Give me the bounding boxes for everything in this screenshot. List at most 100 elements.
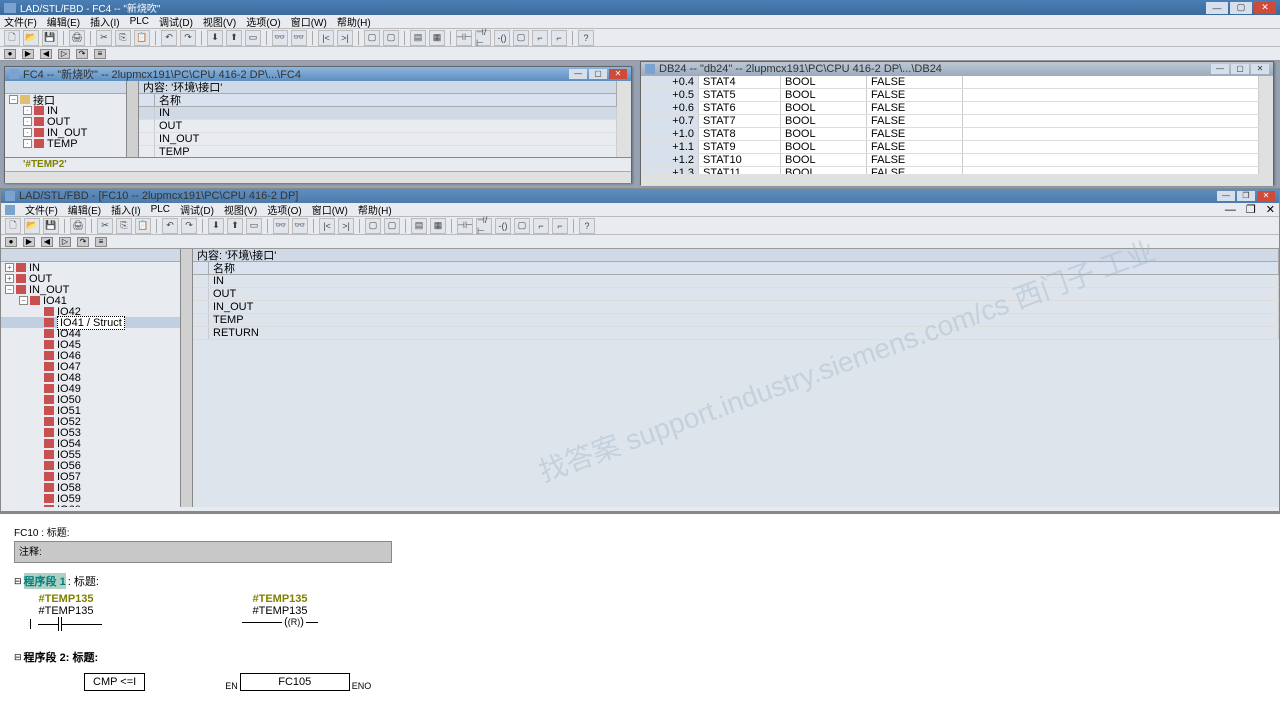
fc10-var-list[interactable]: INOUTIN_OUTTEMPRETURN (193, 275, 1279, 507)
glasses2-icon[interactable]: 👓 (291, 30, 307, 46)
db24-grid[interactable]: +0.4STAT4BOOLFALSE+0.5STAT5BOOLFALSE+0.6… (641, 76, 1259, 174)
minimize-button[interactable]: — (1206, 2, 1228, 14)
coil-icon[interactable]: -() (495, 218, 511, 234)
fc10-splitter[interactable] (181, 249, 193, 507)
db24-max-button[interactable]: ▢ (1231, 64, 1249, 74)
menu-file[interactable]: 文件(F) (25, 202, 58, 217)
glasses-icon[interactable]: 👓 (272, 30, 288, 46)
undo-icon[interactable]: ↶ (161, 30, 177, 46)
branch-down-icon[interactable]: ⌐ (533, 218, 549, 234)
db24-min-button[interactable]: — (1211, 64, 1229, 74)
window-fc4[interactable]: FC4 -- "新烧吹" -- 2lupmcx191\PC\CPU 416-2 … (4, 66, 632, 183)
fc10-titlebar[interactable]: LAD/STL/FBD - [FC10 -- 2lupmcx191\PC\CPU… (1, 189, 1279, 203)
fc4-min-button[interactable]: — (569, 69, 587, 79)
collapse-toggle[interactable]: ⊟ (14, 576, 22, 587)
fc105-block[interactable]: FC105 (240, 673, 350, 691)
help-icon[interactable]: ? (579, 218, 595, 234)
nav-skip-icon[interactable]: ↷ (76, 49, 88, 59)
menu-edit[interactable]: 编辑(E) (47, 14, 80, 29)
nav-skip-icon[interactable]: ↷ (77, 237, 89, 247)
fc10-close-button[interactable]: ✕ (1257, 191, 1275, 201)
tile-icon[interactable]: ▦ (430, 218, 446, 234)
child-min-button[interactable]: — (1225, 204, 1236, 216)
child-close-button[interactable]: ✕ (1266, 203, 1275, 216)
cascade-icon[interactable]: ▤ (410, 30, 426, 46)
paste-icon[interactable]: 📋 (134, 30, 150, 46)
branch-up-icon[interactable]: ⌐ (551, 30, 567, 46)
monitor-icon[interactable]: ▭ (245, 30, 261, 46)
nav-first-icon[interactable]: ● (4, 49, 16, 59)
menu-help[interactable]: 帮助(H) (337, 14, 371, 29)
comment-field[interactable]: 注释: (14, 541, 392, 563)
menu-insert[interactable]: 插入(I) (111, 202, 140, 217)
fc4-vscroll[interactable] (617, 81, 631, 157)
copy-icon[interactable]: ⎘ (115, 30, 131, 46)
menu-options[interactable]: 选项(O) (267, 202, 301, 217)
window-fc10[interactable]: LAD/STL/FBD - [FC10 -- 2lupmcx191\PC\CPU… (0, 188, 1280, 512)
compare-block[interactable]: CMP <=I (84, 673, 145, 691)
network-1-label[interactable]: 程序段 1 (24, 573, 66, 589)
contact-no-icon[interactable]: ⊣⊢ (457, 218, 473, 234)
menu-insert[interactable]: 插入(I) (90, 14, 119, 29)
nav-prev-icon[interactable]: ▶ (23, 237, 35, 247)
box-icon[interactable]: ▢ (514, 218, 530, 234)
fc4-max-button[interactable]: ▢ (589, 69, 607, 79)
paste-icon[interactable]: 📋 (135, 218, 151, 234)
branch-down-icon[interactable]: ⌐ (532, 30, 548, 46)
menu-debug[interactable]: 调试(D) (159, 14, 193, 29)
box1-icon[interactable]: ▢ (364, 30, 380, 46)
download-icon[interactable]: ⬇ (208, 218, 224, 234)
nav-list-icon[interactable]: ≡ (95, 237, 107, 247)
fc10-interface-tree[interactable]: +IN+OUT−IN_OUT−IO41+IO42+IO41 / Struct+I… (1, 262, 180, 507)
nav-play-icon[interactable]: ▷ (58, 49, 70, 59)
ladder-network-2[interactable]: CMP <=I EN FC105 ENO (84, 673, 1266, 691)
contact-nc-icon[interactable]: ⊣/⊢ (475, 30, 491, 46)
fc4-titlebar[interactable]: FC4 -- "新烧吹" -- 2lupmcx191\PC\CPU 416-2 … (5, 67, 631, 81)
menu-plc[interactable]: PLC (130, 16, 149, 27)
copy-icon[interactable]: ⎘ (116, 218, 132, 234)
ladder-editor[interactable]: FC10 : 标题: 注释: ⊟ 程序段 1 : 标题: #TEMP135 #T… (0, 512, 1280, 720)
glasses2-icon[interactable]: 👓 (292, 218, 308, 234)
redo-icon[interactable]: ↷ (181, 218, 197, 234)
goto-end-icon[interactable]: >| (337, 30, 353, 46)
fc4-close-button[interactable]: ✕ (609, 69, 627, 79)
db24-hscroll[interactable] (641, 174, 1273, 186)
box2-icon[interactable]: ▢ (383, 30, 399, 46)
menu-debug[interactable]: 调试(D) (180, 202, 214, 217)
print-icon[interactable]: 🖨 (70, 218, 86, 234)
contact-nc-icon[interactable]: ⊣/⊢ (476, 218, 492, 234)
ladder-network-1[interactable]: #TEMP135 #TEMP135 #TEMP135 #TEMP135 ((R)… (30, 593, 1266, 631)
box2-icon[interactable]: ▢ (384, 218, 400, 234)
nav-next-icon[interactable]: ◀ (40, 49, 52, 59)
menu-file[interactable]: 文件(F) (4, 14, 37, 29)
menu-view[interactable]: 视图(V) (224, 202, 257, 217)
nav-prev-icon[interactable]: ▶ (22, 49, 34, 59)
download-icon[interactable]: ⬇ (207, 30, 223, 46)
menu-view[interactable]: 视图(V) (203, 14, 236, 29)
upload-icon[interactable]: ⬆ (226, 30, 242, 46)
nav-play-icon[interactable]: ▷ (59, 237, 71, 247)
monitor-icon[interactable]: ▭ (246, 218, 262, 234)
db24-vscroll[interactable] (1259, 76, 1273, 174)
contact-no-icon[interactable]: ⊣⊢ (456, 30, 472, 46)
open-icon[interactable]: 📂 (24, 218, 40, 234)
nav-list-icon[interactable]: ≡ (94, 49, 106, 59)
fc4-hscroll[interactable] (5, 171, 631, 183)
undo-icon[interactable]: ↶ (162, 218, 178, 234)
goto-start-icon[interactable]: |< (319, 218, 335, 234)
save-icon[interactable]: 💾 (42, 30, 58, 46)
print-icon[interactable]: 🖨 (69, 30, 85, 46)
box-icon[interactable]: ▢ (513, 30, 529, 46)
nav-next-icon[interactable]: ◀ (41, 237, 53, 247)
new-icon[interactable]: 🗋 (4, 30, 20, 46)
cut-icon[interactable]: ✂ (96, 30, 112, 46)
cut-icon[interactable]: ✂ (97, 218, 113, 234)
db24-close-button[interactable]: ✕ (1251, 64, 1269, 74)
menu-help[interactable]: 帮助(H) (358, 202, 392, 217)
fc4-var-list[interactable]: INOUTIN_OUTTEMP (139, 107, 617, 157)
nav-first-icon[interactable]: ● (5, 237, 17, 247)
child-restore-button[interactable]: ❐ (1246, 203, 1256, 216)
tile-icon[interactable]: ▦ (429, 30, 445, 46)
fc10-min-button[interactable]: — (1217, 191, 1235, 201)
db24-titlebar[interactable]: DB24 -- "db24" -- 2lupmcx191\PC\CPU 416-… (641, 62, 1273, 76)
